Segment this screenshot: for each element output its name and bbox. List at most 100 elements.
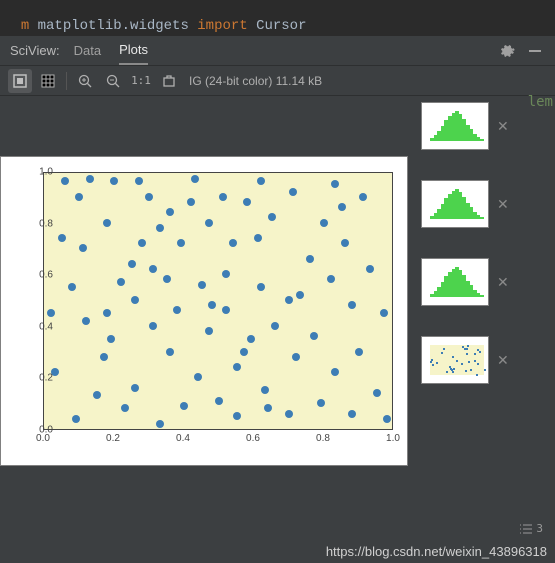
close-icon[interactable]: ✕ <box>497 352 509 369</box>
minimize-icon[interactable] <box>525 41 545 61</box>
scatter-point <box>145 193 153 201</box>
scatter-point <box>306 255 314 263</box>
scatter-point <box>58 234 66 242</box>
plot-toolbar: 1:1 IG (24-bit color) 11.14 kB <box>0 66 555 96</box>
close-icon[interactable]: ✕ <box>497 118 509 135</box>
scatter-point <box>138 239 146 247</box>
scatter-point <box>166 208 174 216</box>
scatter-point <box>47 309 55 317</box>
scatter-point <box>86 175 94 183</box>
scatter-point <box>359 193 367 201</box>
code-module: matplotlib.widgets <box>38 18 189 34</box>
scatter-point <box>82 317 90 325</box>
scatter-point <box>180 402 188 410</box>
scatter-point <box>240 348 248 356</box>
zoom-out-icon[interactable] <box>101 69 125 93</box>
scatter-point <box>110 177 118 185</box>
y-tick-label: 0.6 <box>39 270 53 281</box>
scatter-point <box>331 180 339 188</box>
one-to-one-button[interactable]: 1:1 <box>129 69 153 93</box>
plot-thumbnail[interactable] <box>421 258 489 306</box>
code-kw-from: m <box>21 18 38 34</box>
close-icon[interactable]: ✕ <box>497 274 509 291</box>
tab-data[interactable]: Data <box>74 37 101 64</box>
scatter-point <box>257 177 265 185</box>
scatter-point <box>331 368 339 376</box>
scatter-point <box>257 283 265 291</box>
scatter-point <box>292 353 300 361</box>
scatter-point <box>348 410 356 418</box>
code-kw-import: import <box>189 18 256 34</box>
scatter-point <box>327 275 335 283</box>
scatter-point <box>117 278 125 286</box>
scatter-point <box>338 203 346 211</box>
y-tick-label: 0.4 <box>39 321 53 332</box>
list-icon <box>519 524 533 534</box>
scatter-point <box>383 415 391 423</box>
fit-screen-icon[interactable] <box>8 69 32 93</box>
scatter-point <box>215 397 223 405</box>
scatter-point <box>103 309 111 317</box>
scatter-point <box>103 219 111 227</box>
thumb-row: ✕ <box>421 258 547 306</box>
plot-thumbnail[interactable] <box>421 336 489 384</box>
scatter-point <box>233 363 241 371</box>
scatter-point <box>222 270 230 278</box>
plot-frame[interactable]: 0.00.20.40.60.81.00.00.20.40.60.81.0 <box>0 156 408 466</box>
scatter-point <box>310 332 318 340</box>
scatter-point <box>205 219 213 227</box>
grid-icon[interactable] <box>36 69 60 93</box>
separator <box>66 72 67 90</box>
scatter-point <box>198 281 206 289</box>
scatter-point <box>243 198 251 206</box>
scatter-point <box>380 309 388 317</box>
plot-area[interactable] <box>43 172 393 430</box>
scatter-point <box>173 306 181 314</box>
scatter-point <box>93 391 101 399</box>
close-icon[interactable]: ✕ <box>497 196 509 213</box>
scatter-point <box>149 322 157 330</box>
scatter-point <box>79 244 87 252</box>
scatter-point <box>296 291 304 299</box>
zoom-in-icon[interactable] <box>73 69 97 93</box>
gear-icon[interactable] <box>497 41 517 61</box>
x-tick-label: 0.2 <box>106 433 120 444</box>
y-tick-label: 1.0 <box>39 167 53 178</box>
thumbnail-count: 3 <box>519 522 543 535</box>
tab-plots[interactable]: Plots <box>119 36 148 65</box>
scatter-point <box>247 335 255 343</box>
scatter-point <box>264 404 272 412</box>
code-fragment-right: lem <box>526 92 555 112</box>
scatter-point <box>317 399 325 407</box>
main-plot-container: 0.00.20.40.60.81.00.00.20.40.60.81.0 <box>0 96 415 555</box>
scatter-point <box>285 410 293 418</box>
scatter-point <box>219 193 227 201</box>
scatter-point <box>341 239 349 247</box>
plot-thumbnail[interactable] <box>421 180 489 228</box>
scatter-point <box>194 373 202 381</box>
scatter-point <box>135 177 143 185</box>
scatter-point <box>268 213 276 221</box>
scatter-point <box>121 404 129 412</box>
watermark: https://blog.csdn.net/weixin_43896318 <box>326 544 547 559</box>
scatter-point <box>166 348 174 356</box>
scatter-point <box>289 188 297 196</box>
scatter-point <box>355 348 363 356</box>
scatter-point <box>163 275 171 283</box>
scatter-point <box>72 415 80 423</box>
scatter-point <box>285 296 293 304</box>
scatter-point <box>191 175 199 183</box>
plot-thumbnail[interactable] <box>421 102 489 150</box>
thumb-row: ✕ <box>421 180 547 228</box>
scatter-point <box>208 301 216 309</box>
x-tick-label: 0.8 <box>316 433 330 444</box>
sciview-label: SciView: <box>10 43 60 58</box>
scatter-point <box>156 420 164 428</box>
scatter-point <box>348 301 356 309</box>
scatter-point <box>271 322 279 330</box>
scatter-point <box>229 239 237 247</box>
export-icon[interactable] <box>157 69 181 93</box>
x-tick-label: 0.0 <box>36 433 50 444</box>
scatter-point <box>177 239 185 247</box>
y-tick-label: 0.8 <box>39 218 53 229</box>
